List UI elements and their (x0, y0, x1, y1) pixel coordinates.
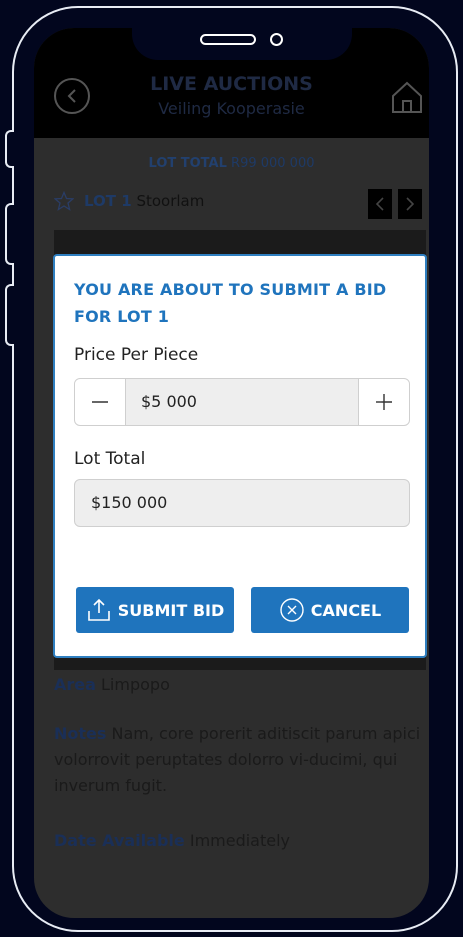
star-icon[interactable] (54, 191, 74, 211)
phone-notch (132, 28, 352, 60)
area-label: Area (54, 675, 96, 694)
page-subtitle: Veiling Kooperasie (158, 99, 305, 118)
chevron-left-icon (375, 197, 384, 211)
lot-header-row: LOT 1 Stoorlam (54, 188, 426, 219)
detail-date-available: Date Available Immediately (54, 828, 426, 854)
mute-switch (5, 130, 14, 168)
minus-icon (92, 401, 108, 403)
available-value: Immediately (189, 831, 291, 850)
cancel-button[interactable]: CANCEL (251, 587, 409, 633)
volume-down-button (5, 284, 14, 346)
camera-icon (270, 33, 283, 46)
volume-up-button (5, 203, 14, 265)
notes-value: Nam, core porerit aditiscit parum apici … (54, 724, 421, 795)
next-lot-button[interactable] (398, 189, 422, 219)
lot-label: LOT 1 Stoorlam (84, 192, 204, 210)
home-icon (392, 81, 422, 113)
area-value: Limpopo (101, 675, 170, 694)
page-title: LIVE AUCTIONS (150, 73, 313, 95)
home-button[interactable] (390, 80, 424, 114)
lot-total-value: R99 000 000 (231, 156, 315, 171)
close-circle-icon (280, 598, 304, 622)
speaker-icon (200, 34, 256, 45)
submit-bid-label: SUBMIT BID (117, 600, 225, 620)
decrease-price-button[interactable] (75, 379, 126, 425)
dialog-title: YOU ARE ABOUT TO SUBMIT A BID FOR LOT 1 (74, 280, 387, 326)
detail-notes: Notes Nam, core porerit aditiscit parum … (54, 721, 426, 799)
lot-number: LOT 1 (84, 192, 132, 210)
price-input[interactable]: $5 000 (126, 379, 359, 425)
increase-price-button[interactable] (358, 379, 409, 425)
lot-total-summary: LOT TOTAL R99 000 000 (34, 156, 429, 171)
lot-name: Stoorlam (136, 192, 205, 210)
cancel-label: CANCEL (310, 600, 382, 620)
price-per-piece-label: Price Per Piece (74, 345, 199, 365)
plus-icon (376, 394, 392, 410)
lot-total-field: $150 000 (74, 479, 410, 527)
detail-area: Area Limpopo (54, 672, 426, 698)
upload-icon (87, 598, 110, 621)
price-stepper: $5 000 (74, 378, 410, 426)
previous-lot-button[interactable] (368, 189, 392, 219)
chevron-right-icon (406, 197, 415, 211)
lot-total-field-label: Lot Total (74, 449, 146, 469)
notes-label: Notes (54, 724, 107, 743)
submit-bid-button[interactable]: SUBMIT BID (76, 587, 234, 633)
submit-bid-dialog: YOU ARE ABOUT TO SUBMIT A BID FOR LOT 1 … (53, 254, 427, 658)
lot-total-label: LOT TOTAL (148, 156, 227, 171)
available-label: Date Available (54, 831, 185, 850)
